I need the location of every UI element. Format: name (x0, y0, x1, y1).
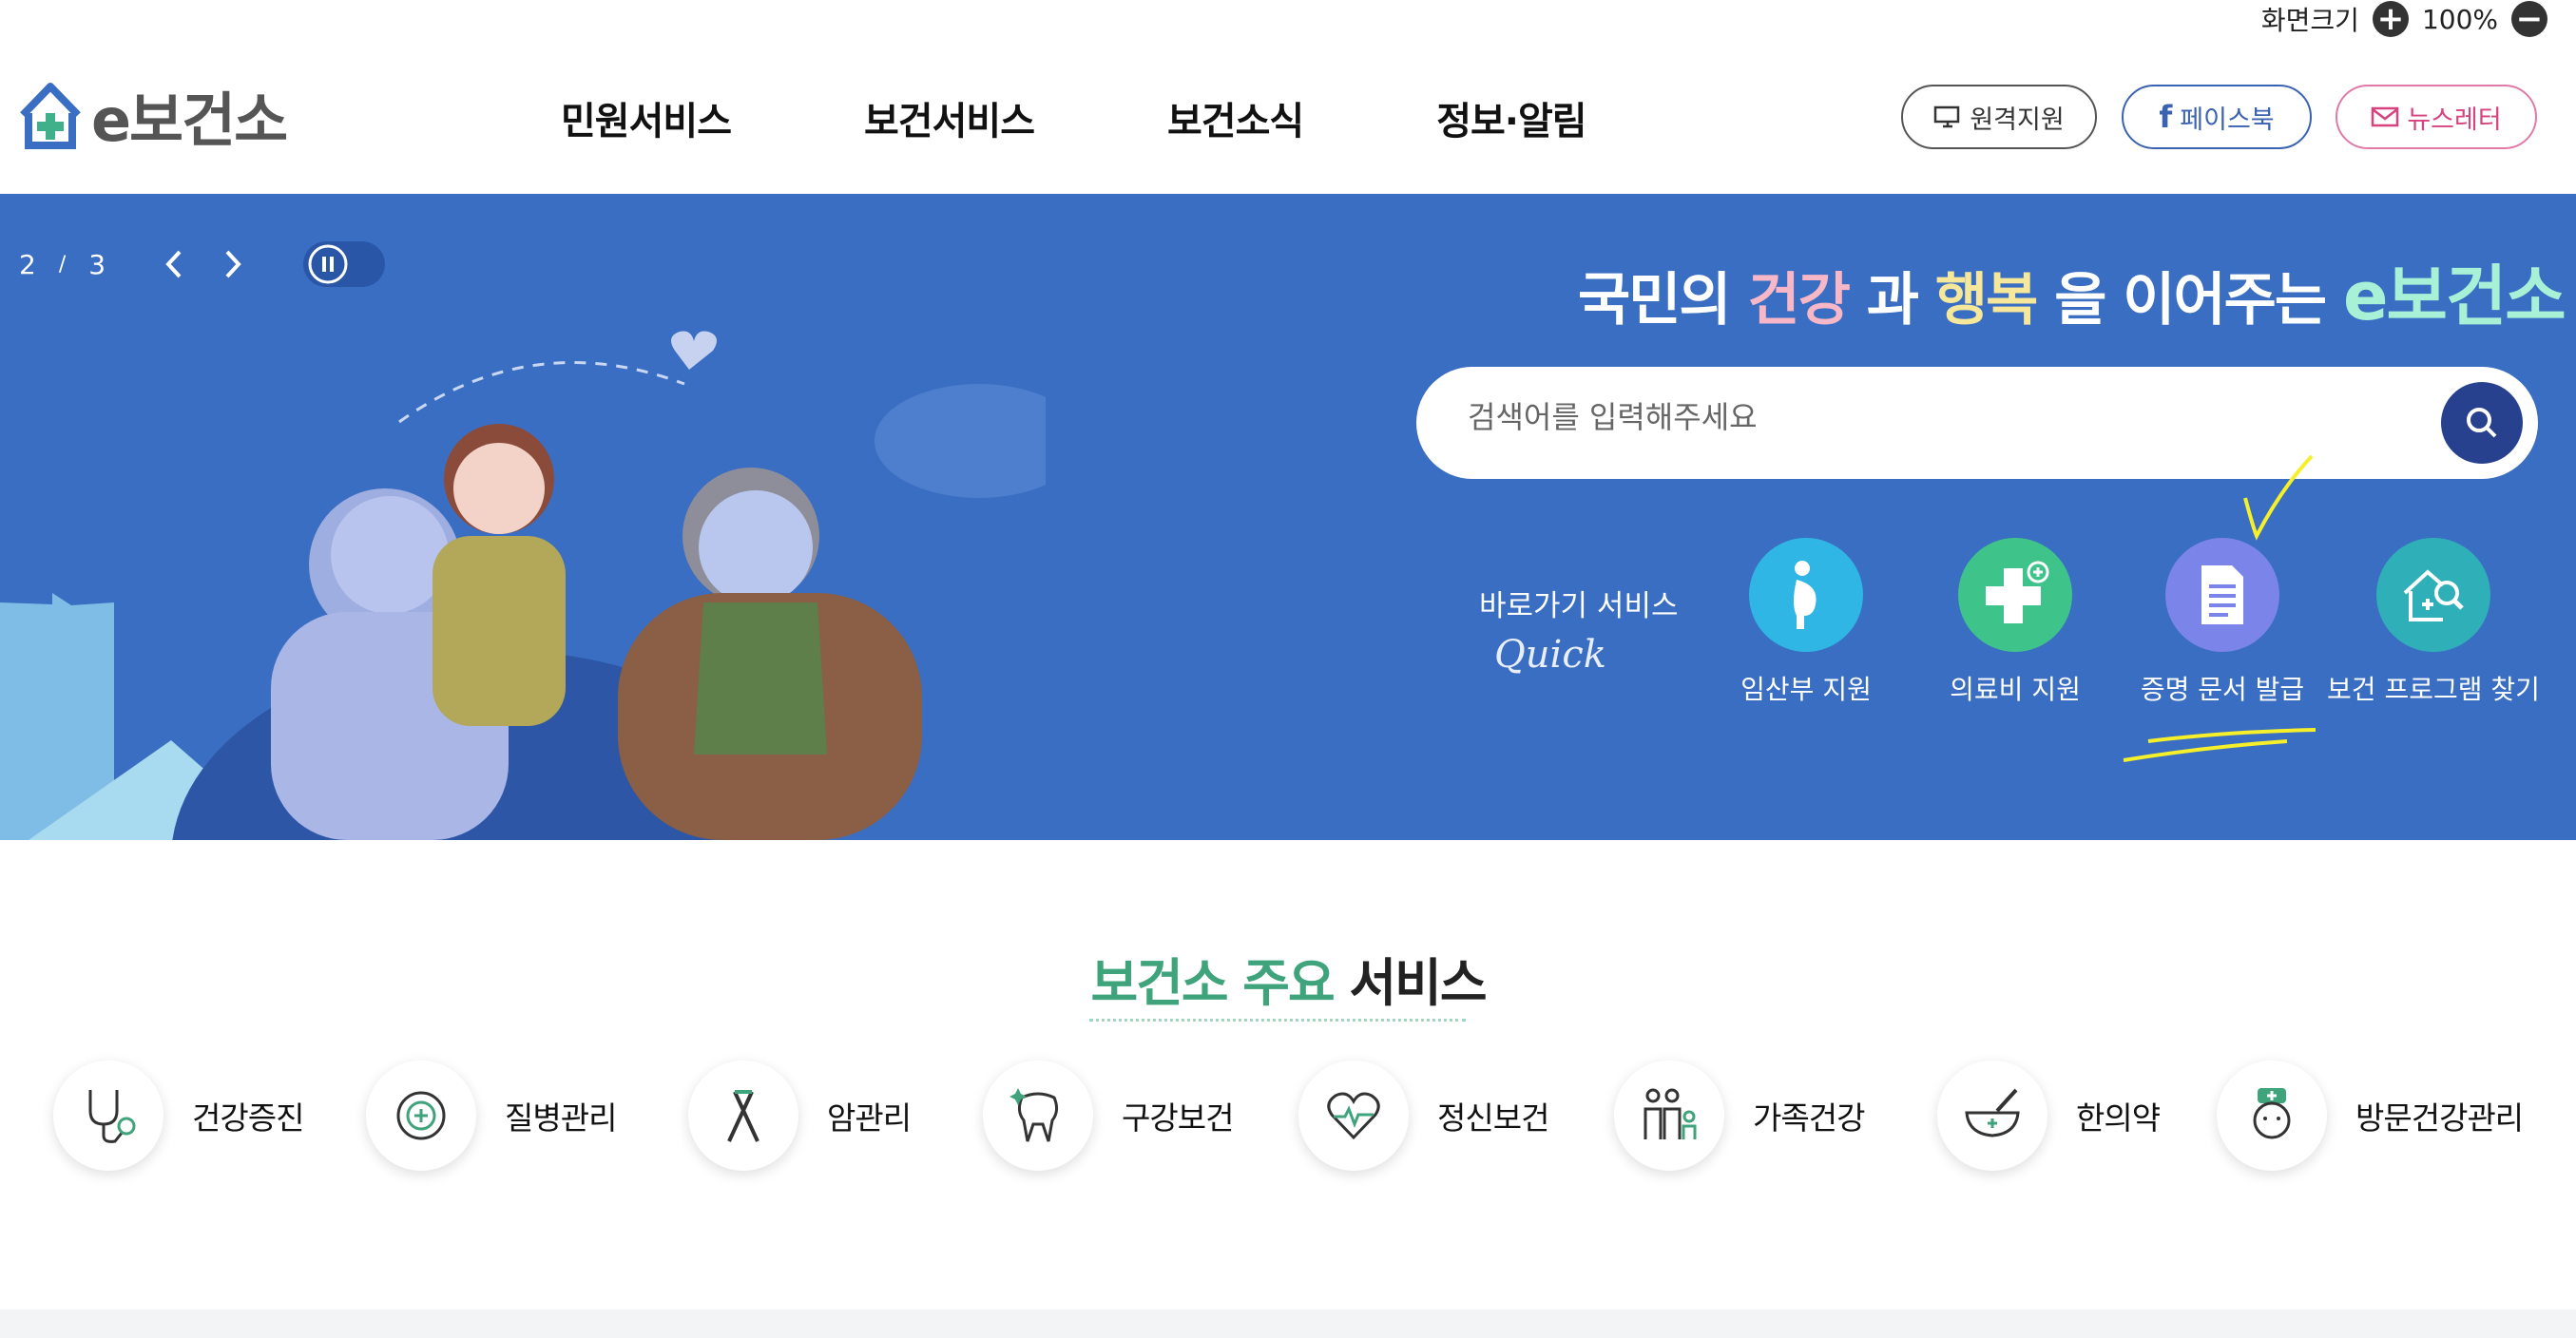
title-accent: 보건소 주요 (1090, 953, 1335, 1013)
service-label: 건강증진 (192, 1099, 304, 1137)
slogan-brand: e보건소 (2342, 258, 2566, 335)
facebook-label: 페이스북 (2180, 105, 2275, 135)
zoom-label: 화면크기 (2260, 5, 2359, 36)
nav-item-health-news[interactable]: 보건소식 (1167, 90, 1304, 145)
next-slide-icon[interactable] (220, 247, 246, 281)
service-family-health[interactable]: 가족건강 (1614, 1061, 1865, 1171)
medical-cross-icon (1958, 538, 2072, 652)
search-input[interactable] (1468, 399, 2323, 435)
hero-banner: 2 / 3 국민의 건강 과 행복 을 이어주는 e보건소 바로가기 서비스 (0, 194, 2576, 840)
search-button[interactable] (2441, 382, 2523, 464)
service-home-visit-care[interactable]: 방문건강관리 (2217, 1061, 2524, 1171)
zoom-in-button[interactable]: + (2372, 1, 2409, 37)
heart-pulse-icon (1298, 1061, 1409, 1171)
ribbon-icon (688, 1061, 798, 1171)
footer-band (0, 1309, 2576, 1338)
zoom-value: 100% (2421, 3, 2498, 35)
title-rest: 서비스 (1349, 953, 1487, 1013)
service-oral-health[interactable]: 구강보건 (983, 1061, 1234, 1171)
family-icon (1614, 1061, 1724, 1171)
remote-support-label: 원격지원 (1970, 105, 2065, 135)
quick-item-medical-cost[interactable]: 의료비 지원 (1901, 538, 2129, 707)
quick-label-pregnancy: 임산부 지원 (1740, 674, 1872, 705)
logo-text: e보건소 (91, 86, 288, 155)
service-label: 방문건강관리 (2355, 1099, 2524, 1137)
tooth-icon (983, 1061, 1093, 1171)
mail-icon (2372, 106, 2399, 127)
slogan-health: 건강 (1747, 267, 1851, 334)
slogan-part-5: 을 이어주는 (2054, 267, 2327, 334)
service-label: 가족건강 (1753, 1099, 1865, 1137)
site-logo[interactable]: e보건소 (17, 72, 288, 158)
annotation-marks (2123, 454, 2316, 762)
quick-label-medical-cost: 의료비 지원 (1950, 674, 2081, 705)
stethoscope-icon (53, 1061, 163, 1171)
newsletter-label: 뉴스레터 (2407, 105, 2502, 135)
nav-item-civil-service[interactable]: 민원서비스 (561, 90, 732, 145)
quick-sub: Quick (1494, 633, 1606, 677)
slide-pager: 2 / 3 (19, 241, 386, 287)
title-underline (1089, 1019, 1466, 1022)
hero-slogan: 국민의 건강 과 행복 을 이어주는 e보건소 (1578, 243, 2566, 339)
nav-item-health-service[interactable]: 보건서비스 (864, 90, 1035, 145)
facebook-button[interactable]: f 페이스북 (2122, 85, 2312, 149)
monitor-icon (1934, 105, 1960, 128)
slogan-part-1: 국민의 (1578, 267, 1732, 334)
pause-slide-button[interactable] (303, 241, 386, 287)
service-label: 정신보건 (1437, 1099, 1549, 1137)
house-cross-icon (20, 83, 81, 149)
slide-separator: / (58, 252, 67, 277)
zoom-control: 화면크기 + 100% − (2261, 0, 2547, 38)
main-nav: 민원서비스 보건서비스 보건소식 정보·알림 (561, 90, 1720, 145)
service-label: 구강보건 (1122, 1099, 1234, 1137)
service-health-promotion[interactable]: 건강증진 (53, 1061, 304, 1171)
main-services-title: 보건소 주요 서비스 (0, 941, 2576, 1016)
quick-label: 바로가기 서비스 (1479, 589, 1679, 623)
nav-item-info-notice[interactable]: 정보·알림 (1436, 90, 1586, 145)
family-illustration (0, 331, 1046, 840)
search-icon (2467, 408, 2497, 438)
service-cancer-care[interactable]: 암관리 (688, 1061, 912, 1171)
quick-label-program-search: 보건 프로그램 찾기 (2327, 674, 2540, 705)
slogan-part-3: 과 (1866, 267, 1919, 334)
slide-current: 2 (19, 248, 36, 280)
remote-support-button[interactable]: 원격지원 (1901, 85, 2097, 149)
slogan-happiness: 행복 (1934, 267, 2038, 334)
zoom-out-button[interactable]: − (2511, 1, 2547, 37)
service-label: 질병관리 (505, 1099, 617, 1137)
quick-item-pregnancy[interactable]: 임산부 지원 (1692, 538, 1920, 707)
quick-item-program-search[interactable]: 보건 프로그램 찾기 (2319, 538, 2547, 707)
newsletter-button[interactable]: 뉴스레터 (2336, 85, 2537, 149)
house-search-icon (2376, 538, 2490, 652)
prev-slide-icon[interactable] (161, 247, 187, 281)
service-label: 암관리 (827, 1099, 912, 1137)
hero-search-bar (1416, 367, 2538, 479)
mortar-pestle-icon (1937, 1061, 2047, 1171)
service-disease-control[interactable]: 질병관리 (366, 1061, 617, 1171)
facebook-icon: f (2159, 99, 2173, 135)
circular-cross-icon (366, 1061, 476, 1171)
service-label: 한의약 (2076, 1099, 2161, 1137)
slide-total: 3 (88, 248, 106, 280)
service-oriental-medicine[interactable]: 한의약 (1937, 1061, 2161, 1171)
nurse-icon (2217, 1061, 2327, 1171)
pause-icon (308, 244, 348, 284)
pregnant-woman-icon (1749, 538, 1863, 652)
service-mental-health[interactable]: 정신보건 (1298, 1061, 1549, 1171)
